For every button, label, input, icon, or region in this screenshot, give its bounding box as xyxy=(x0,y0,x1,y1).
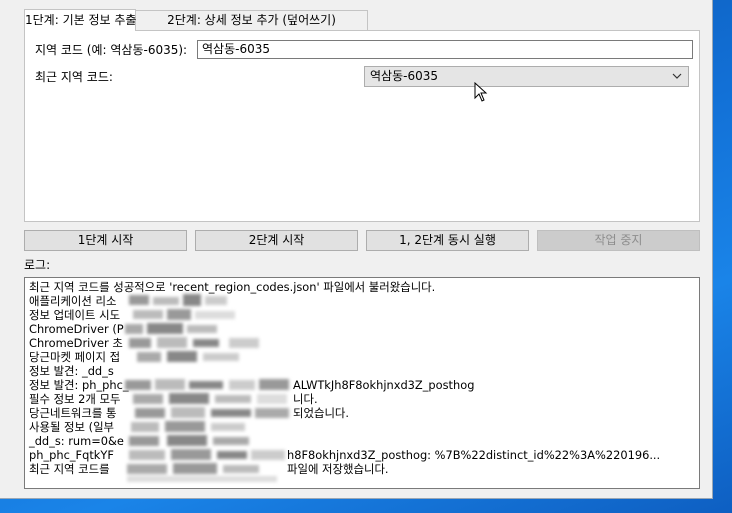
stop-button[interactable]: 작업 중지 xyxy=(537,230,700,251)
redacted-block xyxy=(127,462,287,484)
run-both-button[interactable]: 1, 2단계 동시 실행 xyxy=(366,230,529,251)
region-code-input[interactable]: 역삼동-6035 xyxy=(197,40,693,59)
log-line: ChromeDriver (P xyxy=(29,322,124,336)
redacted-block xyxy=(129,293,229,309)
tab-step2-label: 2단계: 상세 정보 추가 (덮어쓰기) xyxy=(167,13,336,27)
log-line: 당근마켓 페이지 접 xyxy=(29,350,121,364)
log-line-tail: h8F8okhjnxd3Z_posthog: %7B%22distinct_id… xyxy=(287,448,661,462)
recent-codes-label: 최근 지역 코드: xyxy=(35,70,113,84)
start-step2-button[interactable]: 2단계 시작 xyxy=(195,230,358,251)
log-label: 로그: xyxy=(24,258,51,272)
redacted-block xyxy=(133,308,243,322)
log-textarea[interactable]: 최근 지역 코드를 성공적으로 'recent_region_codes.jso… xyxy=(24,277,700,489)
redacted-block xyxy=(129,434,255,448)
log-line-tail: ALWTkJh8F8okhjnxd3Z_posthog xyxy=(293,378,475,392)
redacted-block xyxy=(129,336,269,350)
log-line-tail: 니다. xyxy=(293,392,318,406)
log-line: 정보 업데이트 시도 xyxy=(29,308,121,322)
chevron-down-icon xyxy=(672,73,682,79)
log-line: 정보 발견: _dd_s xyxy=(29,364,114,378)
tab-step1[interactable]: 1단계: 기본 정보 추출 xyxy=(24,9,136,31)
recent-codes-dropdown[interactable]: 역삼동-6035 xyxy=(364,66,689,87)
redacted-block xyxy=(129,448,287,462)
app-window: 1단계: 기본 정보 추출 2단계: 상세 정보 추가 (덮어쓰기) 지역 코드… xyxy=(0,0,713,499)
log-line-tail: 파일에 저장했습니다. xyxy=(287,462,389,476)
log-line: ph_phc_FqtkYF xyxy=(29,448,114,462)
redacted-block xyxy=(125,378,293,392)
log-line: _dd_s: rum=0&e xyxy=(29,434,124,448)
start-step1-button[interactable]: 1단계 시작 xyxy=(24,230,187,251)
tab-step2[interactable]: 2단계: 상세 정보 추가 (덮어쓰기) xyxy=(135,10,368,30)
log-line-tail: 되었습니다. xyxy=(293,406,350,420)
redacted-block xyxy=(135,406,293,420)
mouse-pointer-icon xyxy=(474,82,488,102)
tab-step1-label: 1단계: 기본 정보 추출 xyxy=(25,13,137,27)
redacted-block xyxy=(137,350,247,364)
log-line: 최근 지역 코드를 xyxy=(29,462,110,476)
redacted-block xyxy=(131,420,251,434)
recent-codes-selected: 역삼동-6035 xyxy=(370,69,438,83)
log-line: 당근네트워크를 통 xyxy=(29,406,117,420)
log-line: 최근 지역 코드를 성공적으로 'recent_region_codes.jso… xyxy=(29,280,436,294)
redacted-block xyxy=(133,392,293,406)
region-code-label: 지역 코드 (예: 역삼동-6035): xyxy=(35,43,188,57)
log-line: 애플리케이션 리소 xyxy=(29,294,117,308)
log-line: 정보 발견: ph_phc_ xyxy=(29,378,129,392)
log-line: 필수 정보 2개 모두 xyxy=(29,392,121,406)
log-line: 사용될 정보 (일부 xyxy=(29,420,115,434)
tab-panel: 지역 코드 (예: 역삼동-6035): 역삼동-6035 최근 지역 코드: … xyxy=(24,30,700,222)
redacted-block xyxy=(125,322,235,336)
log-line: ChromeDriver 초 xyxy=(29,336,123,350)
